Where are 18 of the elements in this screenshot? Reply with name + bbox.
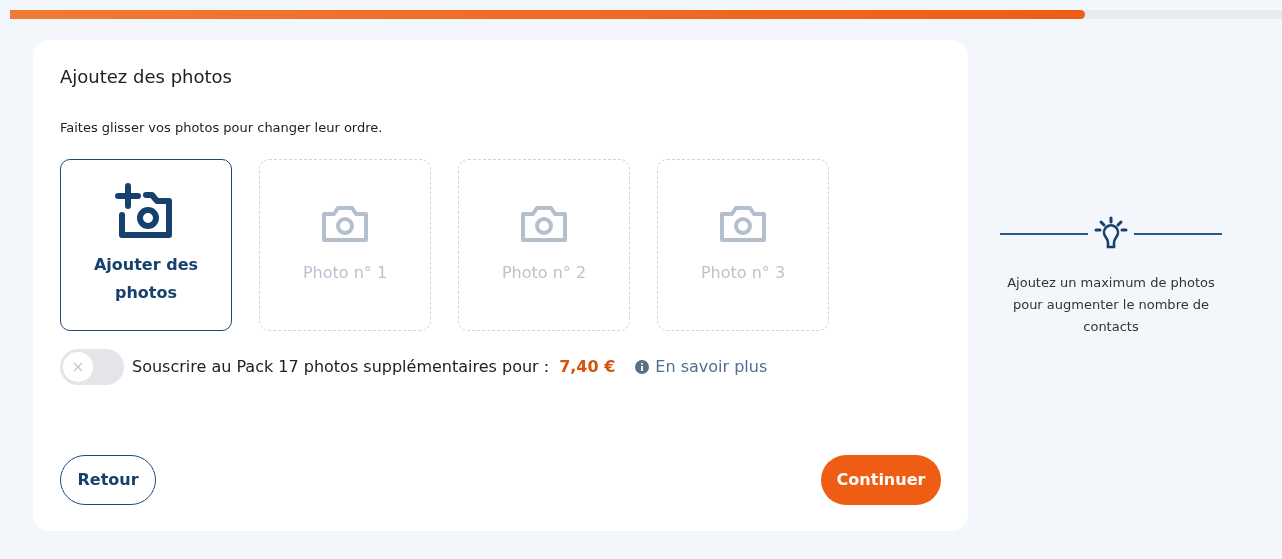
pack-label: Souscrire au Pack 17 photos supplémentaires pour : (132, 356, 550, 379)
camera-icon (719, 205, 767, 244)
add-photos-tile[interactable]: Ajouter des photos (60, 159, 232, 332)
photo-slot[interactable]: Photo n° 3 (657, 159, 829, 332)
learn-more-link[interactable]: En savoir plus (655, 355, 768, 380)
section-title: Ajoutez des photos (60, 66, 233, 88)
photo-slot[interactable]: Photo n° 1 (259, 159, 431, 332)
back-button[interactable]: Retour (60, 455, 156, 505)
pack-price: 7,40 € (559, 356, 616, 379)
camera-icon (520, 205, 568, 244)
info-icon (635, 360, 650, 375)
photo-slot[interactable]: Photo n° 2 (458, 159, 630, 332)
drag-hint: Faites glisser vos photos pour changer leur ordre. (60, 118, 384, 137)
camera-icon (321, 205, 369, 244)
pack-toggle[interactable] (60, 349, 124, 386)
x-icon (72, 361, 84, 374)
continue-button[interactable]: Continuer (821, 455, 941, 505)
tip-text: Ajoutez un maximum de photos pour augmenter le nombre de contacts (1006, 274, 1216, 336)
